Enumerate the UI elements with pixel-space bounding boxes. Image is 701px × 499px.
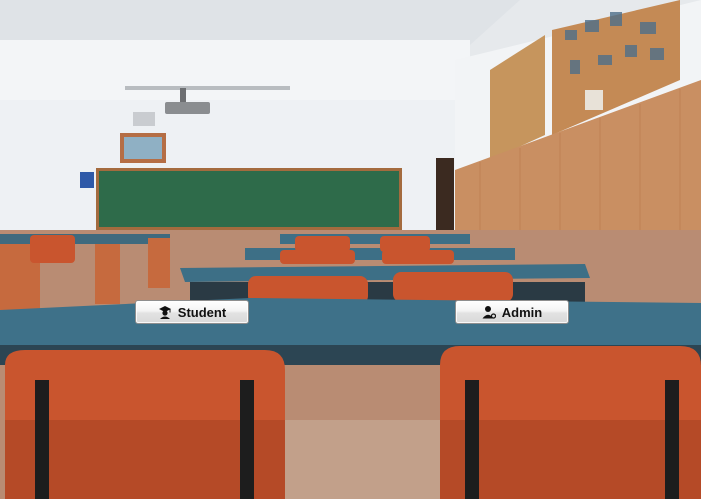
graduate-icon	[158, 305, 172, 319]
admin-button[interactable]: Admin	[455, 300, 569, 324]
admin-button-label: Admin	[501, 304, 543, 320]
admin-user-icon	[482, 305, 496, 319]
login-role-screen: Student Admin	[0, 0, 701, 499]
classroom-background-image	[0, 0, 701, 499]
student-button[interactable]: Student	[135, 300, 249, 324]
student-button-label: Student	[177, 304, 227, 320]
